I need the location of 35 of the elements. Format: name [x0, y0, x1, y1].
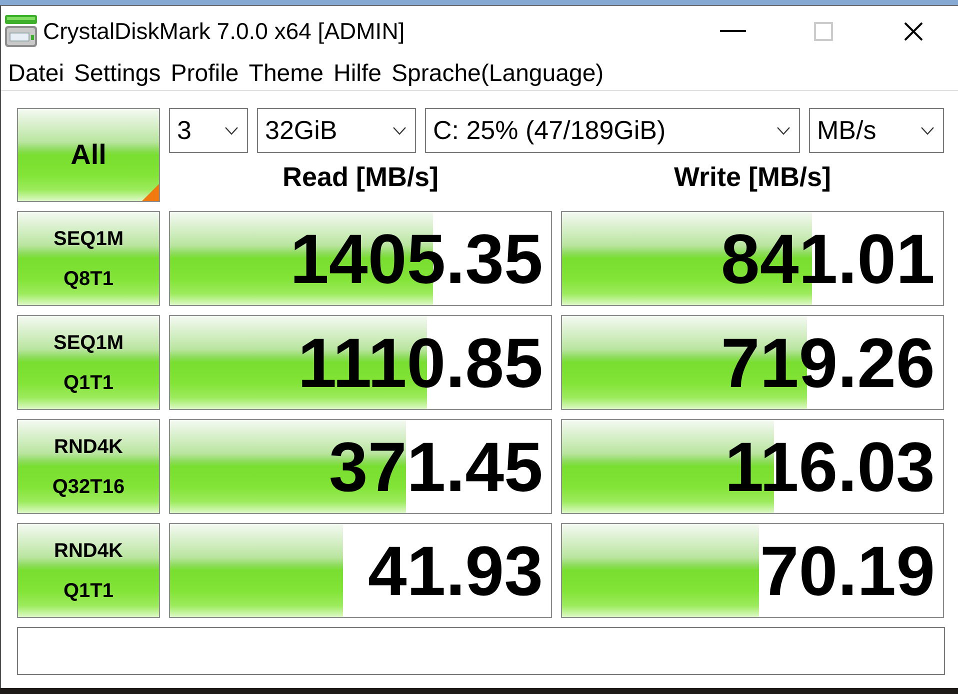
column-header: Write [MB/s]	[672, 161, 832, 194]
column-header: Read [MB/s]	[281, 161, 440, 194]
read-speed-value: 1405.35	[290, 224, 544, 294]
dropdown[interactable]: C: 25% (47/189GiB)	[425, 108, 800, 153]
window-title: CrystalDiskMark 7.0.0 x64 [ADMIN]	[43, 16, 405, 46]
chevron-down-icon	[225, 126, 238, 134]
menu-item[interactable]: Datei	[3, 58, 70, 88]
write-speed-value: 719.26	[720, 328, 936, 398]
test-button[interactable]: RND4K Q32T16	[17, 419, 160, 514]
run-all-button[interactable]: All	[17, 108, 160, 202]
write-speed-value: 70.19	[760, 536, 936, 606]
menu-item[interactable]: Settings	[69, 58, 166, 88]
minimize-icon	[720, 30, 746, 32]
write-speed-value: 116.03	[724, 432, 936, 502]
dropdown[interactable]: MB/s	[809, 108, 944, 153]
menu-item[interactable]: Hilfe	[328, 58, 386, 88]
test-button[interactable]: SEQ1M Q1T1	[17, 315, 160, 410]
dropdown[interactable]: 3	[169, 108, 248, 153]
chevron-down-icon	[393, 126, 406, 134]
read-speed-value: 371.45	[328, 432, 544, 502]
write-speed-value: 841.01	[720, 224, 936, 294]
chevron-down-icon	[921, 126, 934, 134]
test-button[interactable]: SEQ1M Q8T1	[17, 211, 160, 306]
chevron-down-icon	[777, 126, 790, 134]
menu-item[interactable]: Profile	[166, 58, 244, 88]
menu-item[interactable]: Sprache(Language)	[386, 58, 609, 88]
close-icon	[904, 22, 922, 40]
comment-field[interactable]	[17, 627, 945, 675]
menu-item[interactable]: Theme	[244, 58, 328, 88]
test-button[interactable]: RND4K Q1T1	[17, 523, 160, 618]
read-speed-value: 1110.85	[298, 328, 544, 398]
dropdown[interactable]: 32GiB	[257, 108, 416, 153]
corner-triangle-icon	[142, 184, 159, 201]
read-speed-value: 41.93	[368, 536, 544, 606]
disk-drive-icon	[5, 15, 37, 47]
